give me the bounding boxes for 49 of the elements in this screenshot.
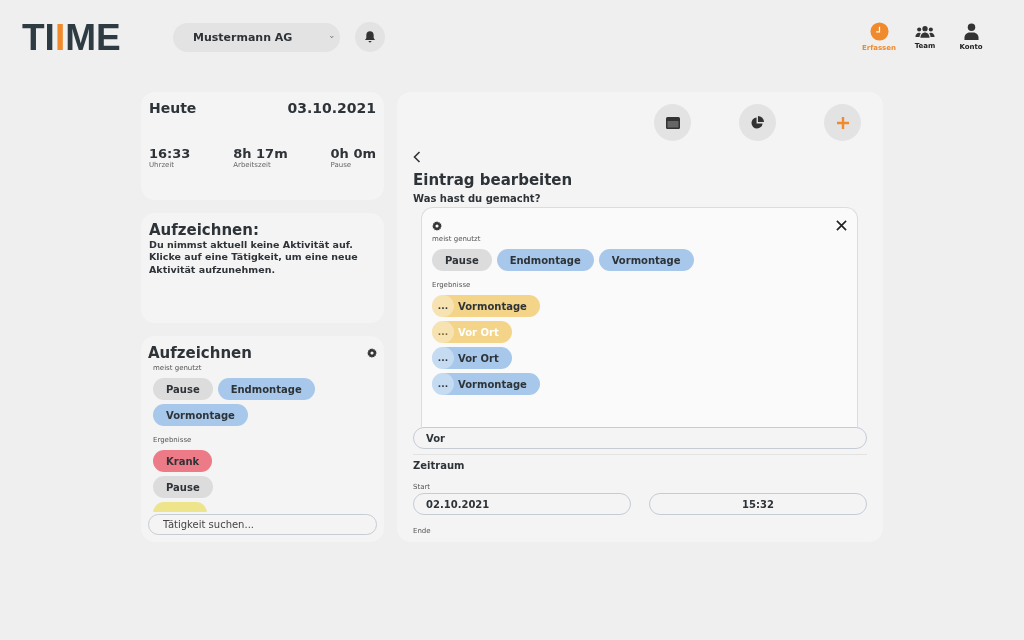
activity-chip[interactable]: Krank	[153, 450, 213, 472]
more-button[interactable]: ...	[432, 373, 454, 395]
stat-value: 0h 0m	[330, 146, 376, 161]
chip-label: Vormontage	[458, 378, 527, 390]
page-title: Eintrag bearbeiten	[413, 171, 574, 189]
activity-chip[interactable]: Pause	[153, 378, 213, 400]
statistics-button[interactable]	[739, 104, 776, 141]
date-field[interactable]: 02.10.2021	[413, 493, 631, 515]
team-icon	[915, 24, 935, 39]
search-field[interactable]: Tätigkeit suchen...	[148, 514, 377, 535]
bell-icon	[363, 30, 377, 44]
card-title: Heute	[149, 100, 197, 116]
question-label: Was hast du gemacht?	[413, 193, 542, 204]
activity-chip[interactable]: ... Vormontage	[432, 373, 540, 395]
activity-chip[interactable]: Endmontage	[496, 249, 594, 271]
company-select[interactable]: Mustermann AG	[173, 22, 340, 52]
more-button[interactable]: ...	[432, 347, 454, 369]
chip-label: Vor Ort	[458, 352, 499, 364]
user-icon	[963, 23, 979, 40]
activity-chip[interactable]: Vormontage	[598, 249, 694, 271]
activity-chip[interactable]: Vormontage	[153, 404, 248, 426]
date-text: 03.10.2021	[287, 100, 376, 116]
chip-label: Vor Ort	[458, 326, 499, 338]
plus-icon	[836, 116, 849, 129]
pie-chart-icon	[751, 116, 764, 129]
calendar-button[interactable]	[654, 104, 691, 141]
clock-icon	[869, 22, 889, 41]
settings-icon[interactable]	[367, 348, 377, 358]
card-title: Aufzeichnen:	[149, 221, 260, 239]
stat-value: 8h 17m	[233, 146, 288, 161]
activity-chip[interactable]: Pause	[432, 249, 492, 271]
activity-chip[interactable]: ... Vor Ort	[432, 347, 512, 369]
settings-icon[interactable]	[432, 220, 442, 231]
back-icon[interactable]	[413, 151, 421, 163]
section-title: Zeitraum	[413, 460, 466, 471]
card-title: Aufzeichnen	[148, 344, 252, 362]
activity-chip[interactable]: Endmontage	[217, 378, 315, 400]
activity-chip[interactable]: Pause	[153, 476, 213, 498]
time-field[interactable]: 15:32	[649, 493, 867, 515]
notifications-button[interactable]	[355, 22, 385, 52]
more-button[interactable]: ...	[432, 295, 454, 317]
chip-label: Vormontage	[458, 300, 527, 312]
calendar-icon	[665, 116, 680, 129]
close-icon[interactable]	[836, 220, 847, 231]
status-message: Du nimmst aktuell keine Aktivität auf. Klicke auf eine Tätigkeit, um eine neue Aktivität aufzunehmen.	[149, 239, 359, 277]
logo: TIIME	[22, 18, 122, 56]
stat-value: 16:33	[149, 146, 191, 161]
search-field[interactable]: Vor	[413, 427, 867, 449]
activity-chip[interactable]: ... Vormontage	[432, 295, 540, 317]
